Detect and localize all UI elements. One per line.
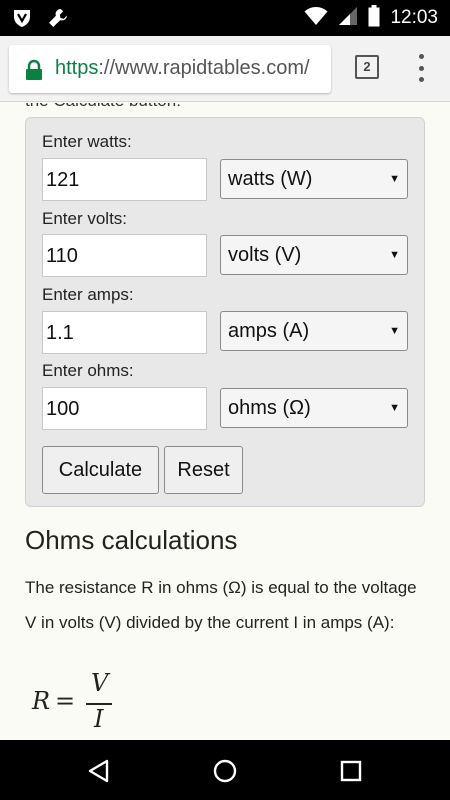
amps-unit-select[interactable]: amps (A) ▼ [220,311,408,351]
status-time: 12:03 [390,7,438,28]
navigation-bar [0,740,450,800]
dropdown-arrow-icon: ▼ [389,325,400,337]
section-heading: Ohms calculations [25,525,238,555]
watts-input[interactable]: 121 [42,158,207,201]
lock-icon [23,59,45,81]
shield-icon [10,6,34,35]
formula-numerator: V [91,669,109,697]
ohms-unit-value: ohms (Ω) [228,397,311,419]
volts-label: Enter volts: [42,209,128,228]
status-bar: 12:03 [0,0,450,36]
url-text: https://www.rapidtables.com/ [55,57,310,80]
reset-button[interactable]: Reset [164,446,243,494]
volts-input[interactable]: 110 [42,234,207,277]
formula-equals: = [55,687,76,715]
wifi-icon [304,6,328,31]
watts-unit-select[interactable]: watts (W) ▼ [220,159,408,199]
battery-icon [368,4,380,32]
ohms-input[interactable]: 100 [42,387,207,430]
browser-toolbar: https://www.rapidtables.com/ 2 [0,36,450,102]
tab-switcher-button[interactable]: 2 [355,55,379,79]
ohms-label: Enter ohms: [42,361,134,380]
dropdown-arrow-icon: ▼ [389,402,400,414]
ohms-unit-select[interactable]: ohms (Ω) ▼ [220,388,408,428]
ohms-description: The resistance R in ohms (Ω) is equal to… [25,578,417,632]
dropdown-arrow-icon: ▼ [389,249,400,261]
formula-denominator: I [94,705,104,733]
signal-icon [338,6,358,31]
recents-icon[interactable] [338,758,364,784]
watts-unit-value: watts (W) [228,168,313,190]
amps-input[interactable]: 1.1 [42,311,207,354]
home-icon[interactable] [212,758,238,784]
calculate-button[interactable]: Calculate [42,446,159,494]
volts-unit-value: volts (V) [228,244,302,266]
overflow-menu-icon[interactable] [417,54,425,82]
wrench-icon [46,6,70,35]
back-icon[interactable] [86,758,112,784]
watts-label: Enter watts: [42,132,132,151]
calculator-form: Enter watts: 121 watts (W) ▼ Enter volts:… [25,117,425,507]
dropdown-arrow-icon: ▼ [389,173,400,185]
amps-label: Enter amps: [42,285,134,304]
page-content: the Calculate button: Enter watts: 121 w… [0,103,450,740]
url-host: ://www.rapidtables.com/ [98,57,310,79]
amps-unit-value: amps (A) [228,320,310,342]
volts-unit-select[interactable]: volts (V) ▼ [220,235,408,275]
address-bar[interactable]: https://www.rapidtables.com/ [9,45,331,93]
formula-lhs: R [32,687,51,715]
ohms-formula: R = V I [30,669,150,739]
url-scheme: https [55,57,99,79]
cut-off-instruction: the Calculate button: [25,103,181,111]
